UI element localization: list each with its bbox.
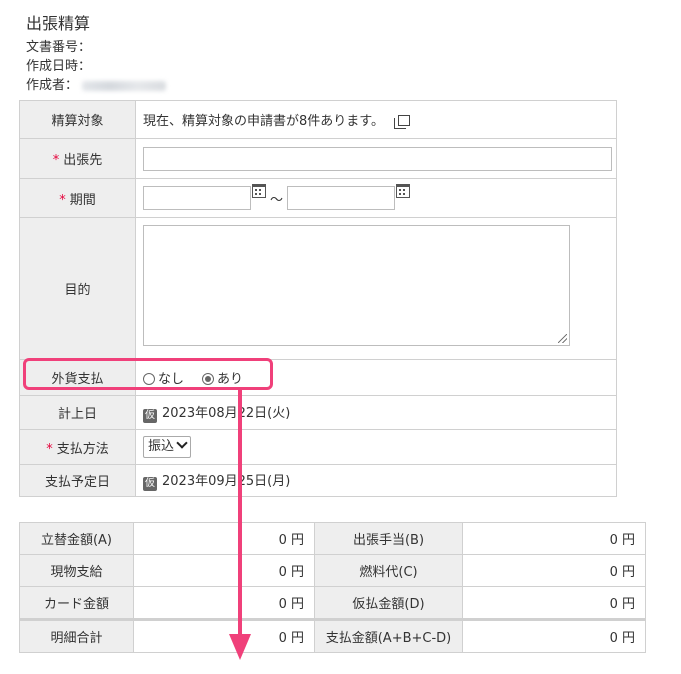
resize-grip-icon[interactable] [558, 334, 567, 343]
page-title: 出張精算 [26, 14, 91, 33]
author-row: 作成者： [26, 76, 167, 95]
required-mark: * [46, 441, 53, 457]
scheduled-payment-row: 支払予定日 仮 2023年09月25日(月) [19, 464, 617, 497]
foreign-currency-row: 外貨支払 なし あり [19, 359, 617, 396]
payment-method-label: 支払方法 [56, 441, 109, 457]
card-value: 0 円 [133, 586, 315, 620]
amount-total-row: 明細合計 0 円 支払金額(A+B+C-D) 0 円 [19, 618, 646, 653]
doc-number-label: 文書番号： [26, 40, 92, 55]
arrow-down-icon [229, 634, 251, 660]
trip-allowance-value: 0 円 [462, 522, 646, 555]
scheduled-payment-label: 支払予定日 [19, 464, 136, 497]
purpose-row: 目的 [19, 217, 617, 360]
chevron-down-icon [176, 437, 188, 449]
document-meta: 文書番号： 作成日時： 作成者： [26, 38, 167, 95]
period-start-input[interactable] [143, 186, 251, 210]
copy-icon[interactable] [393, 115, 410, 129]
created-at-label: 作成日時： [26, 59, 92, 74]
destination-label: 出張先 [63, 153, 103, 168]
in-kind-value: 0 円 [133, 554, 315, 587]
author-label: 作成者： [26, 78, 79, 93]
radio-yes[interactable] [202, 373, 215, 385]
settlement-target-text: 現在、精算対象の申請書が8件あります。 [143, 114, 384, 129]
payment-method-row: * 支払方法 振込 [19, 429, 617, 465]
destination-input[interactable] [143, 146, 612, 171]
settlement-target-row: 精算対象 現在、精算対象の申請書が8件あります。 [19, 100, 617, 139]
destination-cell [135, 138, 617, 179]
period-label-cell: * 期間 [19, 178, 136, 218]
trip-allowance-label: 出張手当(B) [314, 522, 463, 555]
provisional-label: 仮払金額(D) [314, 586, 463, 620]
period-row: * 期間 ～ [19, 178, 617, 218]
radio-yes-label[interactable]: あり [217, 372, 243, 387]
destination-row: * 出張先 [19, 138, 617, 179]
fuel-value: 0 円 [462, 554, 646, 587]
purpose-label: 目的 [19, 217, 136, 360]
settlement-target-cell: 現在、精算対象の申請書が8件あります。 [135, 100, 617, 139]
payment-method-label-cell: * 支払方法 [19, 429, 136, 465]
amount-row: カード金額 0 円 仮払金額(D) 0 円 [19, 586, 646, 620]
created-at-row: 作成日時： [26, 57, 166, 76]
settlement-form: 精算対象 現在、精算対象の申請書が8件あります。 * 出張先 * 期間 ～ 目的 外… [19, 100, 617, 497]
doc-number-row: 文書番号： [26, 38, 166, 57]
detail-total-label: 明細合計 [19, 618, 134, 653]
advance-label: 立替金額(A) [19, 522, 134, 555]
payment-total-label: 支払金額(A+B+C-D) [314, 618, 463, 653]
required-mark: * [59, 192, 66, 208]
amount-row: 立替金額(A) 0 円 出張手当(B) 0 円 [19, 522, 646, 555]
provisional-badge-icon: 仮 [143, 477, 157, 491]
scheduled-payment-cell: 仮 2023年09月25日(月) [135, 464, 617, 497]
fuel-label: 燃料代(C) [314, 554, 463, 587]
foreign-currency-cell: なし あり [135, 359, 617, 396]
provisional-value: 0 円 [462, 586, 646, 620]
annotation-arrow-shaft [238, 390, 242, 638]
amounts-summary: 立替金額(A) 0 円 出張手当(B) 0 円 現物支給 0 円 燃料代(C) … [19, 522, 646, 653]
settlement-target-label: 精算対象 [19, 100, 136, 139]
in-kind-label: 現物支給 [19, 554, 134, 587]
calendar-icon[interactable] [396, 184, 411, 198]
payment-method-select[interactable]: 振込 [143, 436, 192, 458]
calendar-icon[interactable] [252, 184, 266, 198]
amount-row: 現物支給 0 円 燃料代(C) 0 円 [19, 554, 646, 587]
foreign-currency-label: 外貨支払 [19, 359, 136, 396]
author-name-redacted [82, 80, 167, 91]
radio-none[interactable] [143, 373, 155, 385]
purpose-cell [135, 217, 617, 360]
posting-date-row: 計上日 仮 2023年08月22日(火) [19, 395, 617, 430]
period-cell: ～ [135, 178, 617, 218]
payment-method-cell: 振込 [135, 429, 617, 465]
posting-date-cell: 仮 2023年08月22日(火) [135, 395, 617, 430]
provisional-badge-icon: 仮 [143, 409, 157, 423]
card-label: カード金額 [19, 586, 134, 620]
advance-value: 0 円 [133, 522, 315, 555]
period-separator: ～ [270, 192, 284, 208]
payment-method-value: 振込 [148, 439, 175, 454]
detail-total-value: 0 円 [133, 618, 315, 653]
purpose-textarea[interactable] [143, 225, 570, 346]
posting-date-value: 2023年08月22日(火) [162, 406, 291, 421]
required-mark: * [52, 153, 60, 168]
destination-label-cell: * 出張先 [19, 138, 136, 179]
posting-date-label: 計上日 [19, 395, 136, 430]
payment-total-value: 0 円 [462, 618, 646, 653]
period-end-input[interactable] [287, 186, 396, 210]
scheduled-payment-value: 2023年09月25日(月) [162, 474, 291, 489]
period-label: 期間 [69, 192, 96, 208]
radio-none-label[interactable]: なし [158, 372, 184, 387]
